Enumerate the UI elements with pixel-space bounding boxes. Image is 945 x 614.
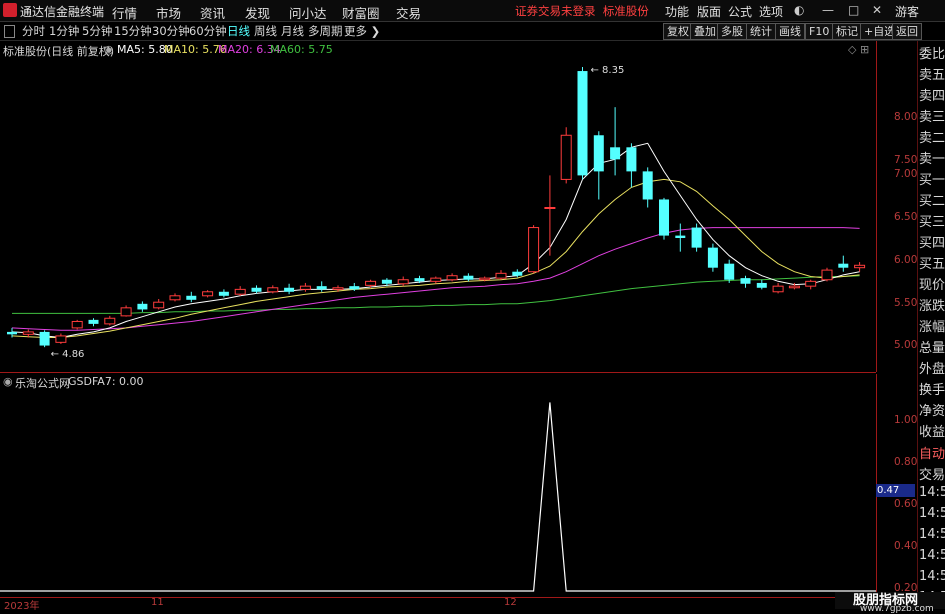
sub-y-tick-label: 1.00 xyxy=(894,414,918,426)
low-price-label: ← 4.86 xyxy=(51,349,85,360)
quote-sidebar-item[interactable]: 收益 xyxy=(919,421,945,440)
candle-body xyxy=(446,275,458,281)
quote-sidebar-item[interactable]: 卖四 xyxy=(919,85,945,104)
quote-sidebar-item[interactable]: 换手 xyxy=(919,379,945,398)
quote-sidebar-item[interactable]: 现价 xyxy=(919,274,945,293)
candle-body xyxy=(740,278,751,284)
quote-sidebar-item[interactable]: 涨跌 xyxy=(919,295,945,314)
candle-body xyxy=(120,307,132,317)
guest-label[interactable]: 游客 xyxy=(895,3,919,20)
y-tick-label: 7.50 xyxy=(894,154,918,166)
candle-body xyxy=(788,285,800,289)
candle-body xyxy=(349,286,360,290)
candle-body xyxy=(495,272,507,279)
candle-body xyxy=(691,227,702,248)
candle-body xyxy=(153,301,165,309)
quote-sidebar-item[interactable]: 买五 xyxy=(919,253,945,272)
candle-body xyxy=(593,135,604,172)
candle-body xyxy=(854,264,866,269)
quote-sidebar-item[interactable]: 卖一 xyxy=(919,148,945,167)
candle-body xyxy=(137,303,148,310)
candle-body xyxy=(71,320,83,329)
candle-body xyxy=(756,282,767,288)
candle-body xyxy=(642,171,653,200)
quote-sidebar-item[interactable]: 卖五 xyxy=(919,64,945,83)
candle-body xyxy=(169,295,181,301)
candle-body xyxy=(218,291,229,296)
candle-body xyxy=(202,291,214,297)
candle-body xyxy=(7,331,17,335)
candle-body xyxy=(805,280,817,287)
quote-sidebar-item[interactable]: 交易 xyxy=(919,464,945,483)
quote-sidebar-item[interactable]: 涨幅 xyxy=(919,316,945,335)
quote-sidebar-item[interactable]: 外盘 xyxy=(919,358,945,377)
candle-body xyxy=(299,285,311,290)
candle-body xyxy=(234,288,246,295)
y-tick-label: 6.50 xyxy=(894,211,918,223)
quote-sidebar-item[interactable]: 买一 xyxy=(919,169,945,188)
candle-body xyxy=(659,199,669,236)
quote-sidebar-item[interactable]: 买四 xyxy=(919,232,945,251)
candle-body xyxy=(39,331,50,346)
quote-sidebar-item[interactable]: 14:55 xyxy=(919,527,945,542)
y-tick-label: 6.00 xyxy=(894,254,918,266)
candle-body xyxy=(397,279,409,285)
quote-sidebar-item[interactable]: 净资 xyxy=(919,400,945,419)
quote-sidebar-item[interactable]: 卖三 xyxy=(919,106,945,125)
candle-body xyxy=(707,247,718,268)
watermark-url: www.7gpzb.com xyxy=(860,604,934,614)
candle-body xyxy=(55,335,67,343)
candle-body xyxy=(772,285,784,293)
quote-sidebar-item[interactable]: 总量 xyxy=(919,337,945,356)
candle-body xyxy=(544,207,556,209)
candle-body xyxy=(838,263,849,268)
current-value-tag: 0.47 xyxy=(876,484,915,497)
quote-sidebar-item[interactable]: 14:55 xyxy=(919,485,945,500)
candle-body xyxy=(186,295,197,300)
candle-body xyxy=(610,147,621,160)
quote-sidebar-item[interactable]: 14:55 xyxy=(919,548,945,563)
quote-sidebar-item[interactable]: 卖二 xyxy=(919,127,945,146)
price-chart[interactable]: ← 8.35 ← 4.86 xyxy=(0,0,876,609)
y-tick-label: 7.00 xyxy=(894,168,918,180)
watermark: 股朋指标网 www.7gpzb.com xyxy=(835,592,945,614)
candle-body xyxy=(414,278,425,282)
candle-body xyxy=(512,271,523,276)
candle-body xyxy=(332,287,344,290)
candle-body xyxy=(430,277,442,282)
candle-body xyxy=(22,331,34,335)
sub-y-tick-label: 0.60 xyxy=(894,498,918,510)
quote-sidebar-item[interactable]: 委比 xyxy=(919,43,945,62)
candle-body xyxy=(88,319,99,324)
quote-sidebar-item[interactable]: 14:56 xyxy=(919,569,945,584)
candle-body xyxy=(560,134,572,180)
candle-body xyxy=(365,280,377,286)
sub-y-tick-label: 0.40 xyxy=(894,540,918,552)
candle-body xyxy=(626,147,637,172)
candle-body xyxy=(316,286,327,290)
candle-body xyxy=(104,317,116,325)
sub-y-tick-label: 0.80 xyxy=(894,456,918,468)
indicator-line xyxy=(0,402,876,592)
candle-body xyxy=(724,263,735,280)
candle-body xyxy=(821,269,833,281)
candle-body xyxy=(463,275,474,280)
y-tick-label: 8.00 xyxy=(894,111,918,123)
candle-body xyxy=(267,287,279,293)
y-tick-label: 5.50 xyxy=(894,297,918,309)
candle-body xyxy=(577,71,588,176)
quote-sidebar-item[interactable]: 买三 xyxy=(919,211,945,230)
candle-body xyxy=(528,227,540,273)
candle-body xyxy=(675,235,686,238)
high-price-label: ← 8.35 xyxy=(591,65,625,76)
back-button[interactable]: 返回 xyxy=(892,23,922,40)
quote-sidebar-item[interactable]: 自动 xyxy=(919,443,945,462)
quote-sidebar-item[interactable]: 14:55 xyxy=(919,506,945,521)
candle-body xyxy=(284,287,295,292)
quote-sidebar-item[interactable]: 买二 xyxy=(919,190,945,209)
candle-body xyxy=(479,277,491,281)
candle-body xyxy=(251,287,262,292)
candle-body xyxy=(381,279,392,284)
y-tick-label: 5.00 xyxy=(894,339,918,351)
